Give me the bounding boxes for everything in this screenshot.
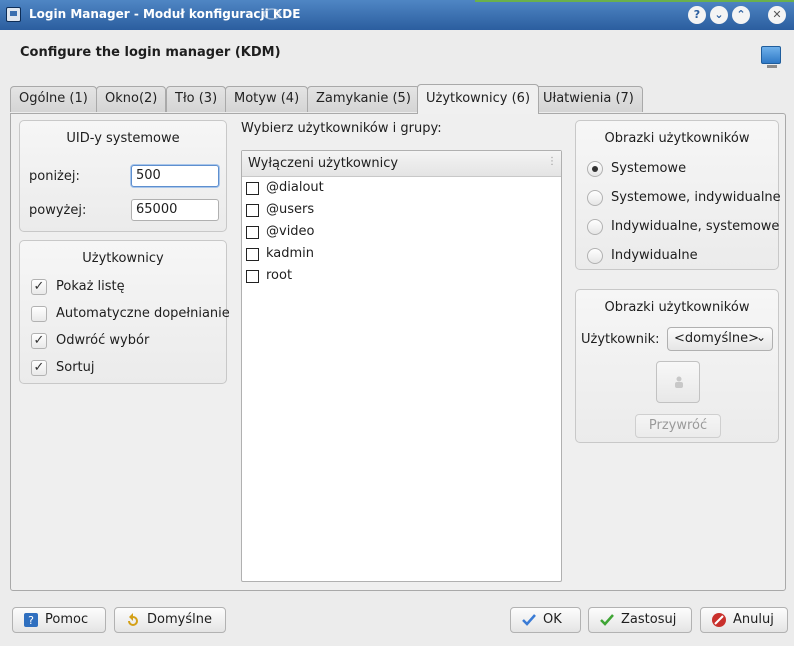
user-select-value: <domyślne>	[674, 331, 759, 346]
tab-users[interactable]: Użytkownicy (6)	[417, 84, 540, 114]
help-button[interactable]: ? Pomoc	[12, 607, 106, 633]
cancel-icon	[712, 613, 726, 627]
help-label: Pomoc	[45, 612, 89, 627]
sort-label[interactable]: Sortuj	[56, 360, 95, 375]
excluded-users-list[interactable]: Wyłączeni użytkownicy ⋮ @dialout @users …	[241, 150, 562, 582]
radio-system-individual-label[interactable]: Systemowe, indywidualne	[611, 190, 781, 205]
ok-button[interactable]: OK	[510, 607, 581, 633]
cancel-label: Anuluj	[733, 612, 774, 627]
radio-individual[interactable]	[587, 248, 603, 264]
pictures-source-group: Obrazki użytkowników Systemowe Systemowe…	[575, 120, 781, 270]
user-silhouette-icon	[675, 376, 683, 388]
above-label: powyżej:	[29, 203, 87, 218]
page-title: Configure the login manager (KDM)	[20, 45, 281, 60]
system-uid-group: UID-y systemowe poniżej: 500 powyżej: 65…	[19, 120, 227, 232]
monitor-icon	[761, 46, 781, 68]
column-grip-icon: ⋮	[547, 156, 557, 167]
item-label: @dialout	[266, 180, 324, 195]
tab-theme[interactable]: Motyw (4)	[225, 86, 309, 112]
autocomplete-label[interactable]: Automatyczne dopełnianie	[56, 306, 230, 321]
chevron-down-icon: ⌄	[755, 330, 766, 344]
apply-button[interactable]: Zastosuj	[588, 607, 692, 633]
system-uid-title: UID-y systemowe	[66, 131, 180, 146]
item-checkbox[interactable]	[246, 182, 259, 195]
ok-check-icon	[522, 614, 536, 626]
window-title: Login Manager - Moduł konfiguracji KDE	[29, 7, 301, 21]
pictures-source-title: Obrazki użytkowników	[604, 131, 750, 146]
ok-label: OK	[543, 612, 562, 627]
uid-below-input[interactable]: 500	[131, 165, 219, 187]
help-icon[interactable]: ?	[688, 6, 706, 24]
sort-checkbox[interactable]: ✓	[31, 360, 47, 376]
radio-system-label[interactable]: Systemowe	[611, 161, 686, 176]
item-checkbox[interactable]	[246, 204, 259, 217]
tab-general[interactable]: Ogólne (1)	[10, 86, 97, 112]
tab-background[interactable]: Tło (3)	[166, 86, 227, 112]
radio-individual-label[interactable]: Indywidualne	[611, 248, 698, 263]
user-picture-group: Obrazki użytkowników Użytkownik: <domyśl…	[575, 289, 779, 443]
item-label: kadmin	[266, 246, 315, 261]
list-header-label: Wyłączeni użytkownicy	[248, 156, 399, 171]
user-picture-button[interactable]	[656, 361, 700, 403]
minimize-icon[interactable]: ⌄	[710, 6, 728, 24]
apply-label: Zastosuj	[621, 612, 677, 627]
uid-above-input[interactable]: 65000	[131, 199, 219, 221]
user-select[interactable]: <domyślne> ⌄	[667, 327, 773, 351]
show-list-checkbox[interactable]: ✓	[31, 279, 47, 295]
radio-individual-system[interactable]	[587, 219, 603, 235]
users-options-title: Użytkownicy	[82, 251, 164, 266]
undo-icon	[128, 613, 138, 626]
svg-text:?: ?	[28, 614, 34, 627]
tab-shutdown[interactable]: Zamykanie (5)	[307, 86, 420, 112]
restore-button[interactable]: Przywróć	[635, 414, 721, 438]
radio-system[interactable]	[587, 161, 603, 177]
invert-selection-label[interactable]: Odwróć wybór	[56, 333, 149, 348]
help-book-icon: ?	[24, 613, 38, 627]
user-label: Użytkownik:	[581, 332, 660, 347]
cancel-button[interactable]: Anuluj	[700, 607, 788, 633]
item-label: root	[266, 268, 293, 283]
autocomplete-checkbox[interactable]	[31, 306, 47, 322]
window-titlebar[interactable]: Login Manager - Moduł konfiguracji KDE ?…	[0, 0, 794, 30]
tab-window[interactable]: Okno(2)	[96, 86, 167, 112]
item-label: @users	[266, 202, 315, 217]
defaults-label: Domyślne	[147, 612, 212, 627]
users-tab-panel: UID-y systemowe poniżej: 500 powyżej: 65…	[10, 113, 786, 591]
window-menu-icon[interactable]	[6, 7, 21, 22]
invert-selection-checkbox[interactable]: ✓	[31, 333, 47, 349]
restore-label: Przywróć	[648, 418, 708, 433]
item-checkbox[interactable]	[246, 248, 259, 261]
item-label: @video	[266, 224, 315, 239]
below-label: poniżej:	[29, 169, 80, 184]
user-picture-title: Obrazki użytkowników	[604, 300, 750, 315]
list-header[interactable]: Wyłączeni użytkownicy ⋮	[242, 151, 561, 177]
titlebar-accent-line	[475, 0, 794, 2]
defaults-button[interactable]: Domyślne	[114, 607, 226, 633]
kde-decoration-icon	[263, 8, 281, 20]
tab-accessibility[interactable]: Ułatwienia (7)	[534, 86, 643, 112]
close-icon[interactable]: ✕	[768, 6, 786, 24]
users-options-group: Użytkownicy ✓ Pokaż listę Automatyczne d…	[19, 240, 230, 384]
radio-individual-system-label[interactable]: Indywidualne, systemowe	[611, 219, 779, 234]
item-checkbox[interactable]	[246, 270, 259, 283]
select-users-label: Wybierz użytkowników i grupy:	[241, 121, 442, 136]
show-list-label[interactable]: Pokaż listę	[56, 279, 125, 294]
radio-system-individual[interactable]	[587, 190, 603, 206]
item-checkbox[interactable]	[246, 226, 259, 239]
apply-check-icon	[600, 614, 614, 626]
maximize-icon[interactable]: ⌃	[732, 6, 750, 24]
